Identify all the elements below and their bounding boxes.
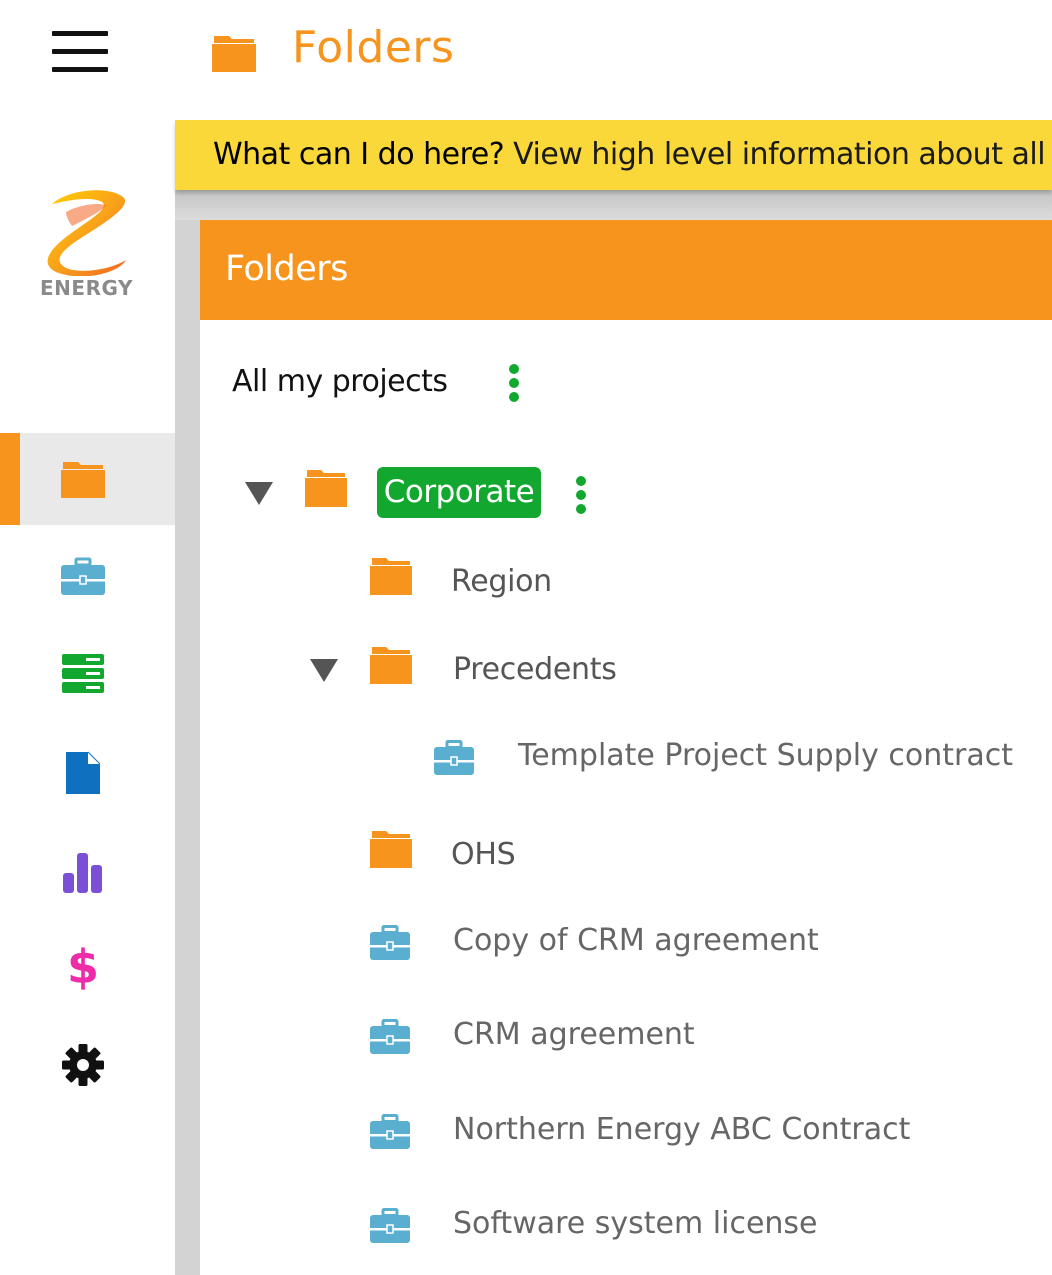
all-projects-root[interactable]: All my projects: [232, 364, 448, 399]
help-banner: What can I do here? View high level info…: [175, 120, 1052, 190]
panel-header: Folders: [200, 220, 1052, 320]
logo-text: ENERGY: [40, 276, 133, 300]
folder-icon: [61, 462, 105, 498]
project-crm-agreement[interactable]: CRM agreement: [453, 1017, 695, 1052]
energy-logo: ENERGY: [40, 190, 132, 302]
project-copy-of-crm-agreement[interactable]: Copy of CRM agreement: [453, 923, 819, 958]
gear-icon: [62, 1044, 104, 1086]
document-icon: [66, 751, 101, 794]
folder-ohs[interactable]: OHS: [451, 837, 516, 872]
sidebar-item-folders[interactable]: [20, 433, 175, 525]
sidebar-item-storage[interactable]: [20, 628, 175, 720]
precedents-collapse-toggle[interactable]: [310, 659, 338, 682]
folder-icon: [370, 831, 412, 868]
folder-icon: [305, 470, 347, 507]
briefcase-icon: [370, 1114, 410, 1149]
project-northern-energy-abc-contract[interactable]: Northern Energy ABC Contract: [453, 1112, 910, 1147]
briefcase-icon: [370, 1208, 410, 1243]
sidebar-item-billing[interactable]: $: [20, 921, 175, 1013]
help-banner-text: View high level information about all pr…: [504, 137, 1052, 172]
folder-icon: [370, 558, 412, 595]
folder-precedents[interactable]: Precedents: [453, 652, 617, 687]
briefcase-icon: [370, 925, 410, 960]
corporate-collapse-toggle[interactable]: [245, 482, 273, 505]
briefcase-icon: [370, 1019, 410, 1054]
page-title: Folders: [292, 22, 455, 73]
bar-chart-icon: [63, 853, 102, 893]
root-more-options-icon[interactable]: [508, 363, 520, 403]
sidebar-item-documents[interactable]: [20, 727, 175, 819]
panel-title: Folders: [225, 249, 348, 289]
sidebar-item-settings[interactable]: [20, 1019, 175, 1111]
dollar-icon: $: [67, 943, 99, 991]
folder-icon: [212, 36, 256, 72]
corporate-more-options-icon[interactable]: [575, 475, 587, 515]
project-software-system-license[interactable]: Software system license: [453, 1206, 818, 1241]
z-energy-logo-icon: [47, 190, 126, 276]
hamburger-menu-icon[interactable]: [52, 30, 108, 74]
folder-chip-corporate[interactable]: Corporate: [377, 467, 541, 518]
folder-icon: [370, 647, 412, 684]
help-banner-question: What can I do here?: [213, 137, 505, 172]
svg-text:$: $: [67, 943, 99, 991]
app-page: Folders ENERGY $ What can I do here? Vie…: [0, 0, 1052, 1275]
active-nav-indicator: [0, 433, 20, 525]
briefcase-icon: [434, 740, 474, 775]
sidebar-item-projects[interactable]: [20, 531, 175, 623]
server-icon: [62, 654, 104, 693]
folder-region[interactable]: Region: [451, 564, 552, 599]
project-template-project-supply-contract[interactable]: Template Project Supply contract: [518, 738, 1013, 773]
briefcase-icon: [61, 557, 105, 595]
sidebar-item-reports[interactable]: [20, 826, 175, 918]
